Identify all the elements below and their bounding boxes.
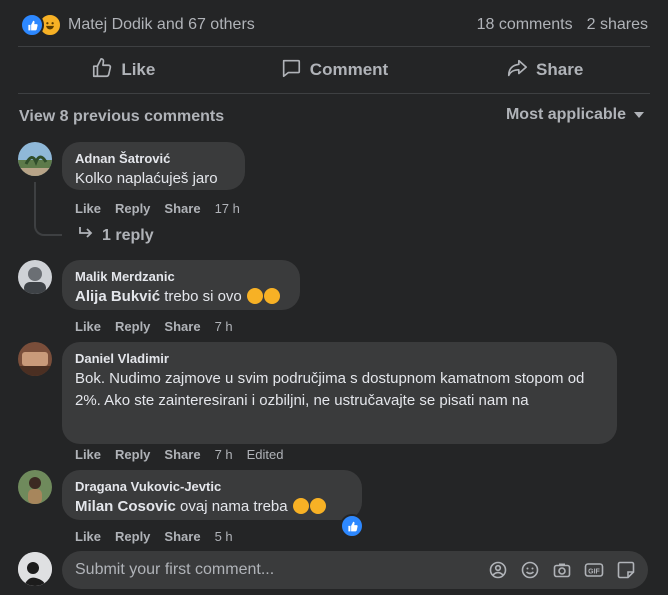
sort-label: Most applicable: [505, 106, 626, 123]
avatar[interactable]: [18, 142, 52, 176]
comment-body: ovaj nama treba: [180, 498, 288, 515]
comment-button[interactable]: Comment: [229, 48, 440, 92]
comment-like-reaction-icon[interactable]: [340, 514, 364, 538]
comment-sort-dropdown[interactable]: Most applicable: [506, 106, 644, 124]
like-reaction-icon: [20, 13, 44, 37]
speech-bubble-icon: [280, 57, 302, 84]
avatar[interactable]: [18, 260, 52, 294]
comment-author[interactable]: Malik Merdzanic: [75, 268, 288, 286]
reactions-summary: Matej Dodik and 67 others 18 comments 2 …: [20, 12, 648, 38]
camera-icon[interactable]: [552, 560, 572, 580]
reaction-icons[interactable]: [20, 13, 62, 37]
comment-input-placeholder: Submit your first comment...: [75, 561, 275, 578]
reply-arrow-icon: [78, 226, 94, 245]
comments-count-link[interactable]: 18 comments: [477, 16, 573, 34]
comment-timestamp[interactable]: 17 h: [215, 201, 240, 216]
avatar-sticker-icon[interactable]: [488, 560, 508, 580]
avatar[interactable]: [18, 470, 52, 504]
comment-text: Alija Bukvić trebo si ovo: [75, 286, 288, 308]
laughing-emoji-icon: [246, 288, 263, 304]
post-counts: 18 comments 2 shares: [477, 16, 648, 34]
comment-like-link[interactable]: Like: [75, 529, 101, 544]
comment-text: Milan Cosovic ovaj nama treba: [75, 496, 350, 518]
comment-share-link[interactable]: Share: [164, 529, 200, 544]
emoji-icon[interactable]: [520, 560, 540, 580]
replies-count: 1 reply: [102, 226, 154, 244]
thumbs-up-icon: [91, 57, 113, 84]
like-button-label: Like: [121, 60, 156, 79]
comment-bubble: Malik Merdzanic Alija Bukvić trebo si ov…: [62, 260, 300, 310]
comment-meta: Like Reply Share 5 h: [75, 529, 233, 544]
post-action-bar: Like Comment Share: [18, 48, 650, 92]
like-button[interactable]: Like: [18, 48, 229, 92]
comment-reply-link[interactable]: Reply: [115, 447, 150, 462]
comment-timestamp[interactable]: 7 h: [215, 319, 233, 334]
comment-author[interactable]: Daniel Vladimir: [75, 350, 605, 368]
comment-like-link[interactable]: Like: [75, 447, 101, 462]
comment-share-link[interactable]: Share: [164, 201, 200, 216]
divider: [18, 46, 650, 47]
comment-bubble: Daniel Vladimir Bok. Nudimo zajmove u sv…: [62, 342, 617, 444]
comment-author[interactable]: Adnan Šatrović: [75, 150, 233, 168]
mention-link[interactable]: Milan Cosovic: [75, 498, 176, 515]
edited-label[interactable]: Edited: [247, 447, 284, 462]
share-arrow-icon: [506, 57, 528, 84]
comment-body: Kolko naplaćuješ jaro: [75, 170, 218, 187]
comment-timestamp[interactable]: 7 h: [215, 447, 233, 462]
caret-down-icon: [634, 112, 644, 118]
share-button-label: Share: [536, 60, 584, 79]
grinning-emoji-icon: [292, 498, 309, 514]
comment-timestamp[interactable]: 5 h: [215, 529, 233, 544]
sticker-icon[interactable]: [616, 560, 636, 580]
view-replies-link[interactable]: 1 reply: [78, 226, 154, 245]
comment-body: Bok. Nudimo zajmove u svim područjima s …: [75, 370, 585, 409]
comment-meta: Like Reply Share 17 h: [75, 201, 240, 216]
reply-thread-line: [34, 182, 62, 236]
comment-like-link[interactable]: Like: [75, 319, 101, 334]
comment-bubble: Dragana Vukovic-Jevtic Milan Cosovic ova…: [62, 470, 362, 520]
comment-author[interactable]: Dragana Vukovic-Jevtic: [75, 478, 350, 496]
comment-share-link[interactable]: Share: [164, 319, 200, 334]
composer-toolbar: GIF: [488, 560, 636, 580]
shares-count-link[interactable]: 2 shares: [587, 16, 648, 34]
comment-meta: Like Reply Share 7 h: [75, 319, 233, 334]
divider: [18, 93, 650, 94]
current-user-avatar[interactable]: [18, 552, 52, 586]
svg-text:GIF: GIF: [588, 569, 600, 576]
comment-reply-link[interactable]: Reply: [115, 529, 150, 544]
comment-share-link[interactable]: Share: [164, 447, 200, 462]
comment-reply-link[interactable]: Reply: [115, 201, 150, 216]
comment-text: Kolko naplaćuješ jaro: [75, 168, 233, 190]
avatar[interactable]: [18, 342, 52, 376]
view-previous-comments-link[interactable]: View 8 previous comments: [19, 108, 224, 126]
comment-body: trebo si ovo: [164, 288, 242, 305]
gif-icon[interactable]: GIF: [584, 560, 604, 580]
share-button[interactable]: Share: [439, 48, 650, 92]
comment-text: Bok. Nudimo zajmove u svim područjima s …: [75, 368, 605, 412]
comment-meta: Like Reply Share 7 h Edited: [75, 447, 284, 462]
comment-bubble: Adnan Šatrović Kolko naplaćuješ jaro: [62, 142, 245, 190]
comment-button-label: Comment: [309, 60, 389, 79]
mention-link[interactable]: Alija Bukvić: [75, 288, 160, 305]
comment-like-link[interactable]: Like: [75, 201, 101, 216]
reactors-text[interactable]: Matej Dodik and 67 others: [68, 16, 255, 34]
laughing-emoji-icon: [263, 288, 280, 304]
comment-reply-link[interactable]: Reply: [115, 319, 150, 334]
comment-input[interactable]: Submit your first comment... GIF: [62, 551, 648, 589]
grinning-emoji-icon: [309, 498, 326, 514]
